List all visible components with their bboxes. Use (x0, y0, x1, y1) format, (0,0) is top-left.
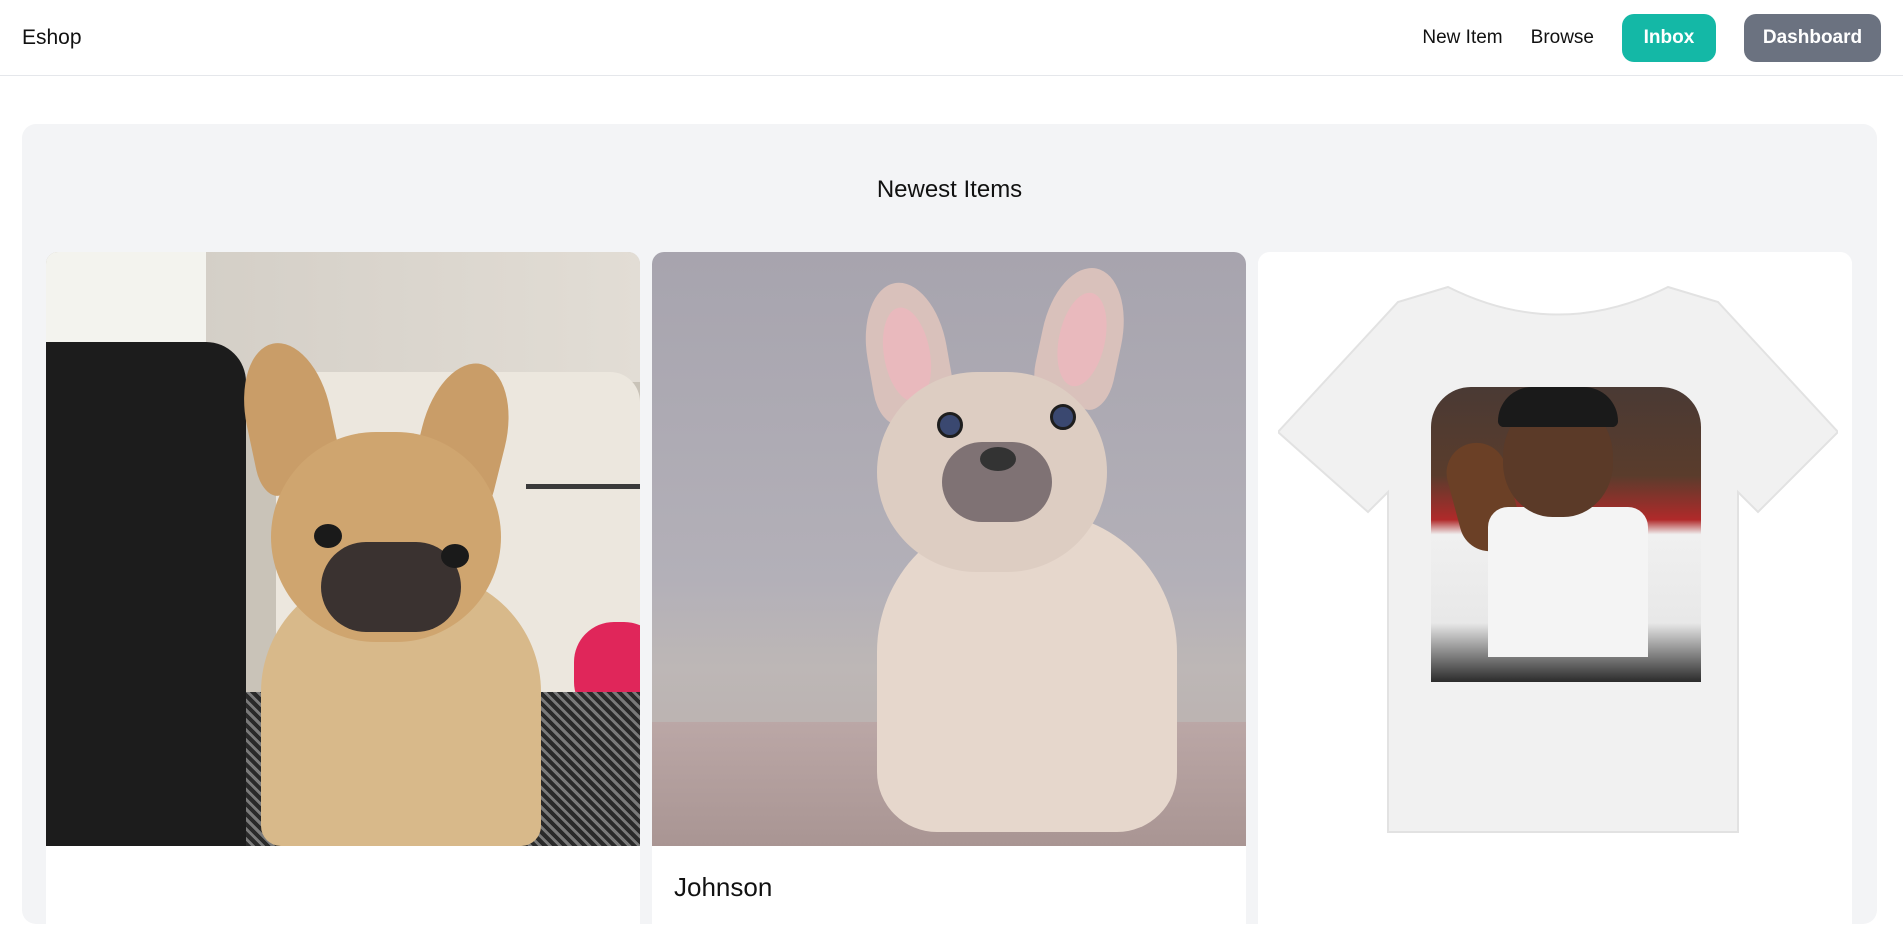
browse-link[interactable]: Browse (1531, 27, 1594, 49)
item-card[interactable] (1258, 252, 1852, 952)
brand-logo[interactable]: Eshop (22, 26, 82, 50)
dashboard-button[interactable]: Dashboard (1744, 13, 1881, 62)
inbox-button[interactable]: Inbox (1622, 13, 1716, 62)
top-navbar: Eshop New Item Browse Inbox Dashboard (0, 0, 1903, 76)
new-item-link[interactable]: New Item (1422, 27, 1502, 49)
item-image[interactable] (652, 252, 1246, 846)
item-name[interactable]: Johnson (674, 872, 772, 903)
item-card[interactable]: Johnson (652, 252, 1246, 952)
newest-items-panel: Newest Items Johnson (22, 124, 1877, 952)
item-image[interactable] (1258, 252, 1852, 846)
section-title: Newest Items (876, 176, 1023, 203)
nav-actions: New Item Browse Inbox Dashboard (1394, 13, 1881, 62)
item-card[interactable] (46, 252, 640, 952)
item-image[interactable] (46, 252, 640, 846)
